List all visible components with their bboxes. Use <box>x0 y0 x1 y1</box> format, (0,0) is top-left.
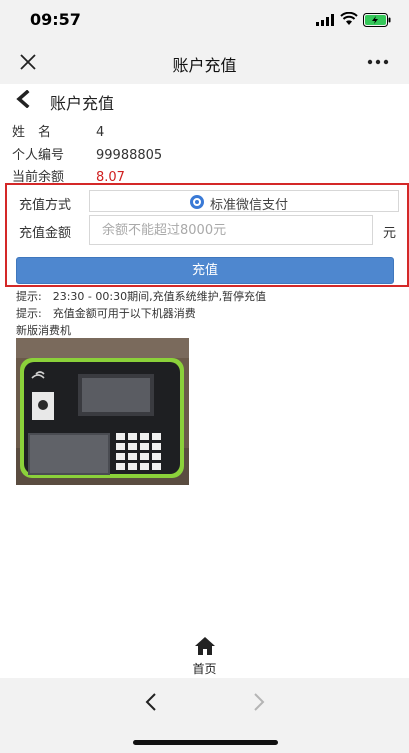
payment-method-option[interactable]: 标准微信支付 <box>210 194 288 213</box>
pos-machine-image <box>16 338 189 485</box>
amount-label: 充值金额 <box>19 226 72 241</box>
back-arrow-icon[interactable] <box>15 90 31 108</box>
home-icon[interactable] <box>194 636 216 656</box>
tip-maintenance: 提示: 23:30 - 00:30期间,充值系统维护,暂停充值 <box>16 290 267 303</box>
id-label: 个人编号 <box>12 148 65 163</box>
name-value: 4 <box>96 125 105 140</box>
page-header: 账户充值 <box>0 84 409 114</box>
tip-usage: 提示: 充值金额可用于以下机器消费 <box>16 307 196 320</box>
nav-title: 账户充值 <box>172 56 237 75</box>
radio-selected-icon[interactable] <box>190 195 204 209</box>
amount-input[interactable] <box>89 215 373 245</box>
name-row: 姓 名 4 <box>12 121 104 140</box>
recharge-button[interactable]: 充值 <box>16 257 394 284</box>
nav-bar: 账户充值 <box>0 40 409 84</box>
battery-icon <box>363 13 391 27</box>
wifi-icon <box>340 12 358 25</box>
browser-forward-icon[interactable] <box>246 690 270 714</box>
home-indicator <box>133 740 278 745</box>
payment-method-box[interactable]: 标准微信支付 <box>89 190 399 213</box>
status-bar: 09:57 <box>0 0 409 40</box>
id-value: 99988805 <box>96 148 163 163</box>
more-options-icon[interactable] <box>366 52 390 72</box>
recharge-form: 充值方式 标准微信支付 充值金额 元 充值 <box>5 183 409 287</box>
signal-icon <box>316 14 334 26</box>
status-time: 09:57 <box>30 10 81 29</box>
machine-caption: 新版消费机 <box>16 324 71 337</box>
amount-unit: 元 <box>383 226 397 241</box>
page-title: 账户充值 <box>50 94 115 113</box>
browser-nav-bar <box>0 678 409 753</box>
method-label: 充值方式 <box>19 198 72 213</box>
id-row: 个人编号 99988805 <box>12 144 162 163</box>
tab-bar: 首页 <box>0 630 409 678</box>
browser-back-icon[interactable] <box>140 690 164 714</box>
name-label: 姓 名 <box>12 125 52 140</box>
tab-home-label[interactable]: 首页 <box>0 660 409 677</box>
